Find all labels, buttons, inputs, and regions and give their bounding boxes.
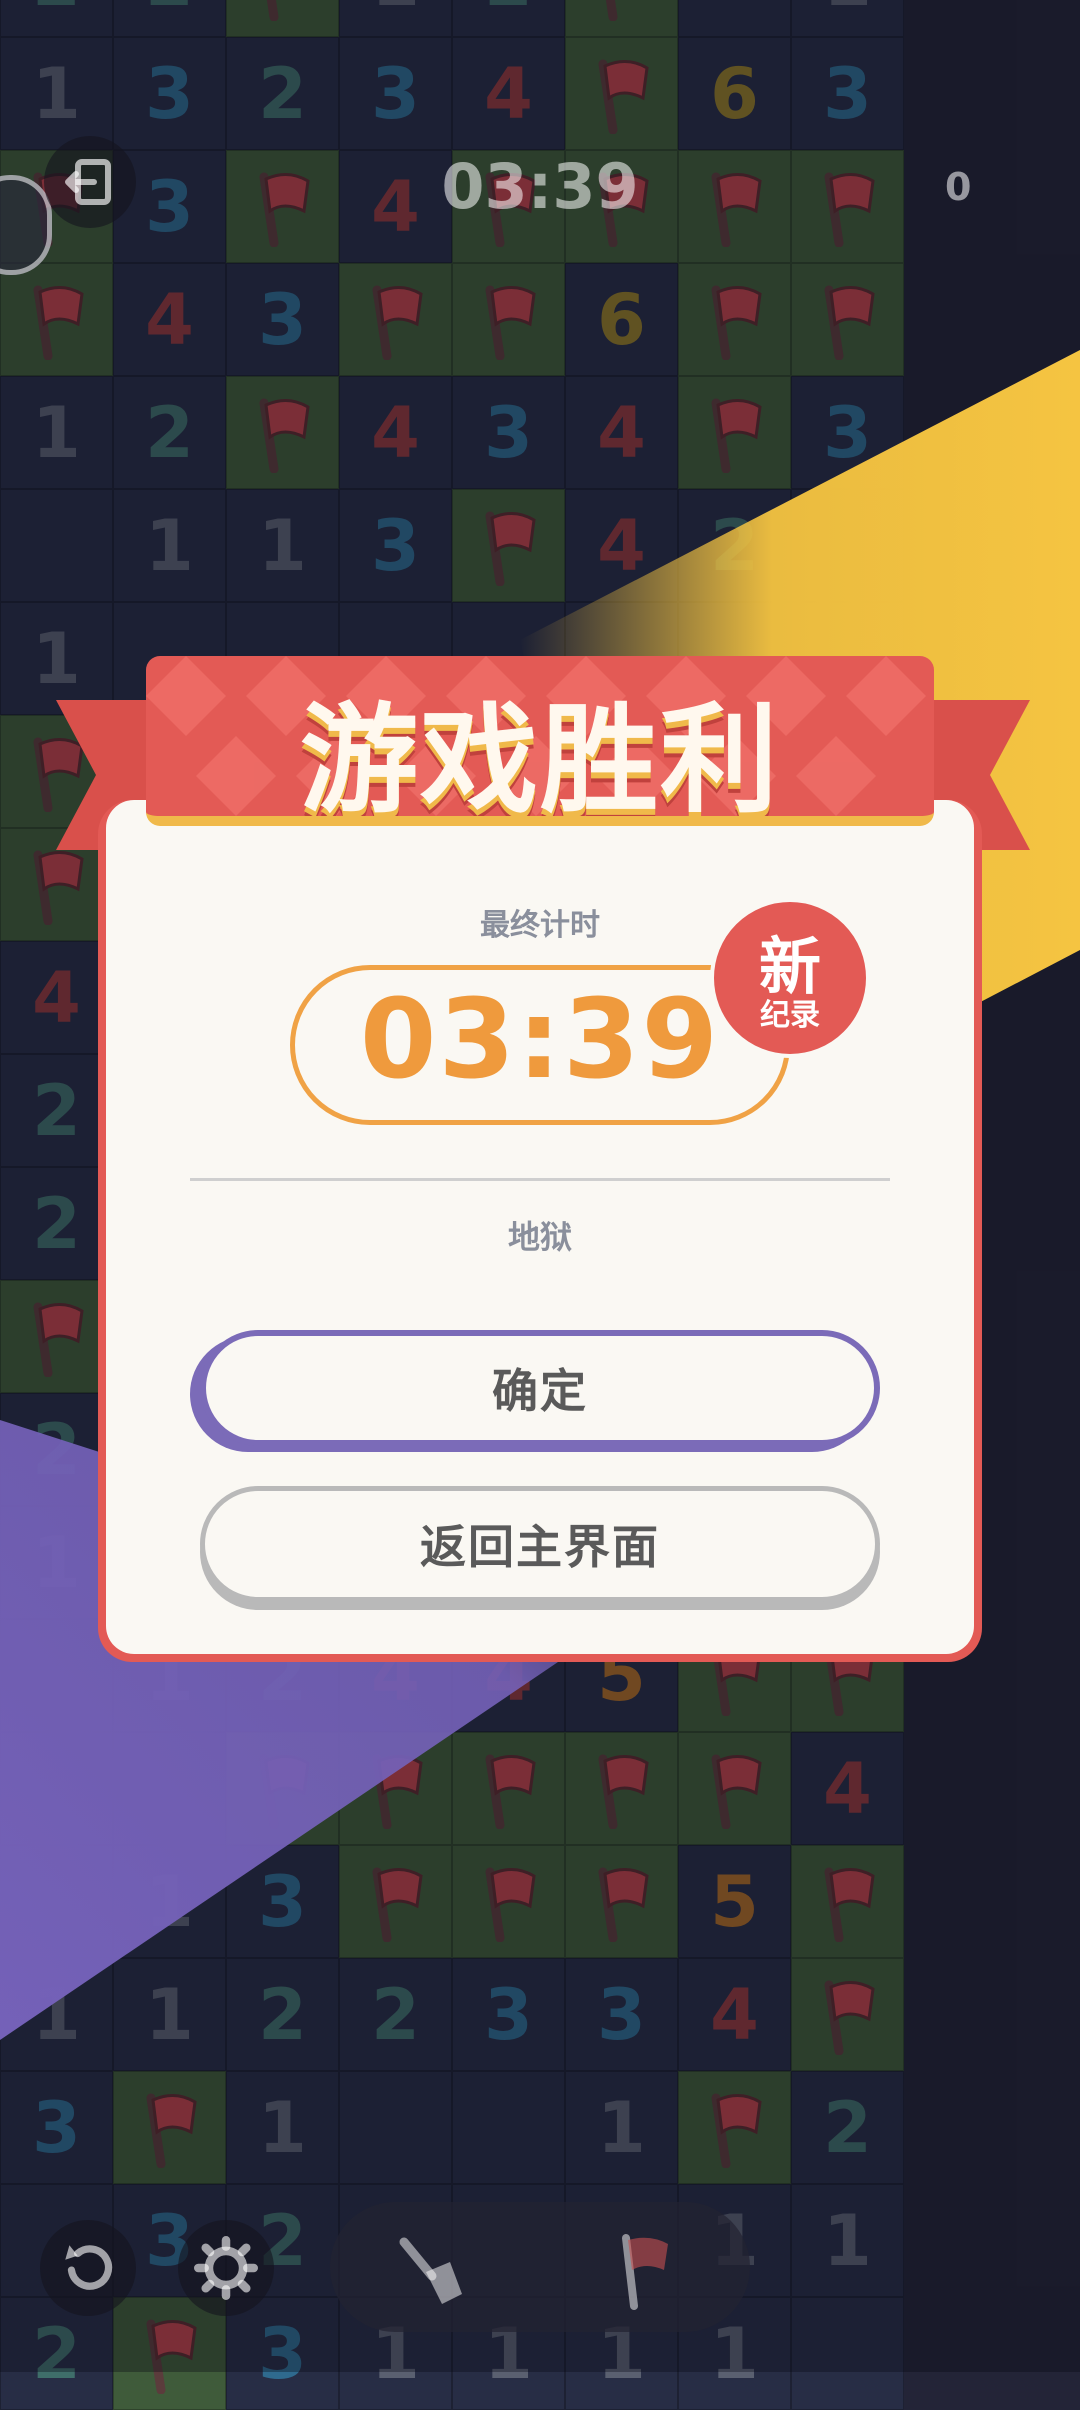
settings-button[interactable] <box>178 2220 274 2316</box>
game-timer: 03:39 <box>441 150 639 223</box>
shovel-icon[interactable] <box>390 2232 470 2312</box>
undo-button[interactable] <box>40 2220 136 2316</box>
return-home-button[interactable]: 返回主界面 <box>200 1486 880 1602</box>
flag-icon[interactable] <box>610 2230 680 2310</box>
undo-icon <box>65 2245 113 2290</box>
flag-counter: 0 <box>945 165 972 209</box>
gear-icon <box>194 2236 258 2300</box>
difficulty-label: 地狱 <box>507 1218 572 1256</box>
dialog-divider <box>190 1178 890 1181</box>
victory-title: 游戏胜利 <box>299 691 780 826</box>
exit-button[interactable] <box>44 136 136 228</box>
confirm-button[interactable]: 确定 <box>200 1330 880 1446</box>
final-time-label: 最终计时 <box>480 908 600 943</box>
tool-mode-bar[interactable] <box>330 2202 750 2332</box>
new-record-badge: 新 纪录 <box>710 898 870 1058</box>
record-badge-sub: 纪录 <box>760 998 820 1033</box>
exit-icon <box>65 159 111 205</box>
title-banner: 游戏胜利 <box>146 656 934 826</box>
